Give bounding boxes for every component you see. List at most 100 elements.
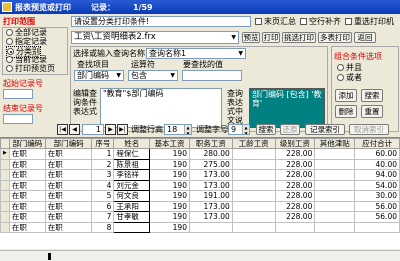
table-cell[interactable]: 190 <box>149 158 190 170</box>
table-cell[interactable] <box>274 221 316 233</box>
table-cell[interactable]: 在职 <box>8 221 46 233</box>
preview-button[interactable]: 预览 <box>242 32 260 43</box>
end-record-field[interactable] <box>3 114 33 124</box>
table-row[interactable]: 在职 在职 5 何文良 190 191.00 228.00 30.00 <box>0 190 400 202</box>
table-cell[interactable]: 280.00 <box>188 148 233 160</box>
table-cell[interactable]: 在职 <box>44 179 93 191</box>
table-cell[interactable] <box>231 158 276 170</box>
table-cell[interactable]: 173.00 <box>188 211 233 223</box>
table-cell[interactable]: 228.00 <box>274 200 316 212</box>
checkbox-fill-blank-rows[interactable]: 空行补齐 <box>300 17 341 27</box>
next-record-icon[interactable]: ▶ <box>105 124 116 135</box>
row-selector[interactable] <box>0 190 10 202</box>
table-cell[interactable]: 30.00 <box>354 190 400 202</box>
table-cell[interactable] <box>314 158 356 170</box>
table-cell[interactable]: 程保仁 <box>113 148 151 160</box>
reset-button[interactable]: 重置 <box>361 105 383 118</box>
table-cell[interactable]: 在职 <box>44 158 93 170</box>
table-cell[interactable]: 1 <box>91 148 115 160</box>
column-header[interactable]: 姓名 <box>113 138 151 149</box>
table-cell[interactable]: 190 <box>149 179 190 191</box>
last-record-icon[interactable]: ▶| <box>117 124 128 135</box>
table-cell[interactable]: 190 <box>149 148 190 160</box>
filter-condition-field[interactable]: 请设置分类打印条件! <box>71 16 251 27</box>
table-cell[interactable]: 173.00 <box>188 200 233 212</box>
table-cell[interactable]: 在职 <box>8 190 46 202</box>
back-button[interactable]: 返回 <box>354 32 376 43</box>
table-cell[interactable] <box>354 221 400 233</box>
table-cell[interactable]: 在职 <box>8 200 46 212</box>
restore-button[interactable]: 还原 <box>280 124 300 135</box>
table-cell[interactable]: 3 <box>91 169 115 181</box>
table-cell[interactable]: 190 <box>149 221 190 233</box>
table-cell[interactable]: 在职 <box>8 158 46 170</box>
radio-print-preview-page[interactable]: 打印预览页 <box>6 64 55 74</box>
table-cell[interactable]: 94.00 <box>354 169 400 181</box>
table-cell[interactable]: 173.00 <box>188 169 233 181</box>
table-row[interactable]: 在职 在职 2 陈景祖 190 275.00 228.00 40.00 <box>0 158 400 170</box>
row-selector[interactable]: ▶ <box>0 148 10 160</box>
table-cell[interactable] <box>231 169 276 181</box>
delete-button[interactable]: 删除 <box>335 105 357 118</box>
checkbox-reselect-printer[interactable]: 重选打印机 <box>345 17 394 27</box>
table-cell[interactable]: 228.00 <box>274 179 316 191</box>
table-cell[interactable]: 190 <box>149 190 190 202</box>
checkbox-last-page-summary[interactable]: 末页汇总 <box>255 17 296 27</box>
column-header[interactable]: 其他津贴 <box>314 138 356 149</box>
cancel-index-button[interactable]: 取消索引 <box>349 124 389 135</box>
table-cell[interactable]: 陈景祖 <box>113 158 151 170</box>
column-header[interactable]: 基本工资 <box>149 138 190 149</box>
table-cell[interactable]: 李铭祥 <box>113 169 151 181</box>
table-cell[interactable]: 228.00 <box>274 158 316 170</box>
row-height-spinner[interactable]: 18 ▲ ▼ <box>164 124 192 135</box>
table-cell[interactable]: 190 <box>149 169 190 181</box>
table-row[interactable]: ▶ 在职 在职 1 程保仁 190 280.00 228.00 60.00 <box>0 148 400 160</box>
table-cell[interactable]: 228.00 <box>274 211 316 223</box>
table-cell[interactable]: 6 <box>91 200 115 212</box>
table-cell[interactable]: 190 <box>149 211 190 223</box>
radio-or[interactable]: 或者 <box>337 73 362 83</box>
table-cell[interactable] <box>314 221 356 233</box>
table-cell[interactable]: 甘孝敏 <box>113 211 151 223</box>
table-cell[interactable]: 王承阳 <box>113 200 151 212</box>
column-header[interactable]: 序号 <box>91 138 115 149</box>
operator-select[interactable]: 包含 ▼ <box>128 70 178 81</box>
horizontal-scrollbar[interactable] <box>0 250 400 261</box>
column-header[interactable]: 应付合计 <box>354 138 400 149</box>
find-item-select[interactable]: 部门编码 ▼ <box>74 70 124 81</box>
table-cell[interactable]: 228.00 <box>274 169 316 181</box>
first-record-icon[interactable]: |◀ <box>57 124 68 135</box>
table-cell[interactable]: 何文良 <box>113 190 151 202</box>
row-selector[interactable] <box>0 158 10 170</box>
table-cell[interactable]: 190 <box>149 200 190 212</box>
row-selector[interactable] <box>0 169 10 181</box>
table-cell[interactable] <box>231 179 276 191</box>
row-selector[interactable] <box>0 211 10 223</box>
row-selector[interactable] <box>0 200 10 212</box>
table-cell[interactable]: 8 <box>91 221 115 233</box>
query-name-select[interactable]: 查询名称1 ▼ <box>146 48 246 59</box>
table-cell[interactable] <box>188 221 233 233</box>
replace-button[interactable]: 搜索 <box>361 89 383 102</box>
report-grid[interactable]: 部门编码 部门编码 序号 姓名 基本工资 职务工资 工龄工资 级别工资 其他津贴… <box>0 137 400 249</box>
table-cell[interactable]: 在职 <box>8 169 46 181</box>
pick-print-button[interactable]: 挑选打印 <box>282 32 316 43</box>
scroll-thumb[interactable] <box>48 253 51 260</box>
add-button[interactable]: 添加 <box>335 89 357 102</box>
page-number-field[interactable]: 1 <box>82 124 104 135</box>
table-row[interactable]: 在职 在职 3 李铭祥 190 173.00 228.00 94.00 <box>0 169 400 181</box>
table-cell[interactable]: 60.00 <box>354 148 400 160</box>
table-cell[interactable]: 在职 <box>8 148 46 160</box>
table-cell[interactable]: 在职 <box>44 148 93 160</box>
start-record-field[interactable] <box>3 89 33 99</box>
search-button[interactable]: 搜索 <box>256 124 276 135</box>
row-selector[interactable] <box>0 221 10 233</box>
table-cell[interactable] <box>314 190 356 202</box>
prev-record-icon[interactable]: ◀ <box>69 124 80 135</box>
table-cell[interactable]: 54.00 <box>354 179 400 191</box>
table-cell[interactable]: 在职 <box>8 179 46 191</box>
table-cell[interactable] <box>231 221 276 233</box>
table-cell[interactable] <box>314 211 356 223</box>
table-row[interactable]: 在职 在职 4 刘元金 190 173.00 228.00 54.00 <box>0 179 400 191</box>
table-cell[interactable] <box>314 148 356 160</box>
